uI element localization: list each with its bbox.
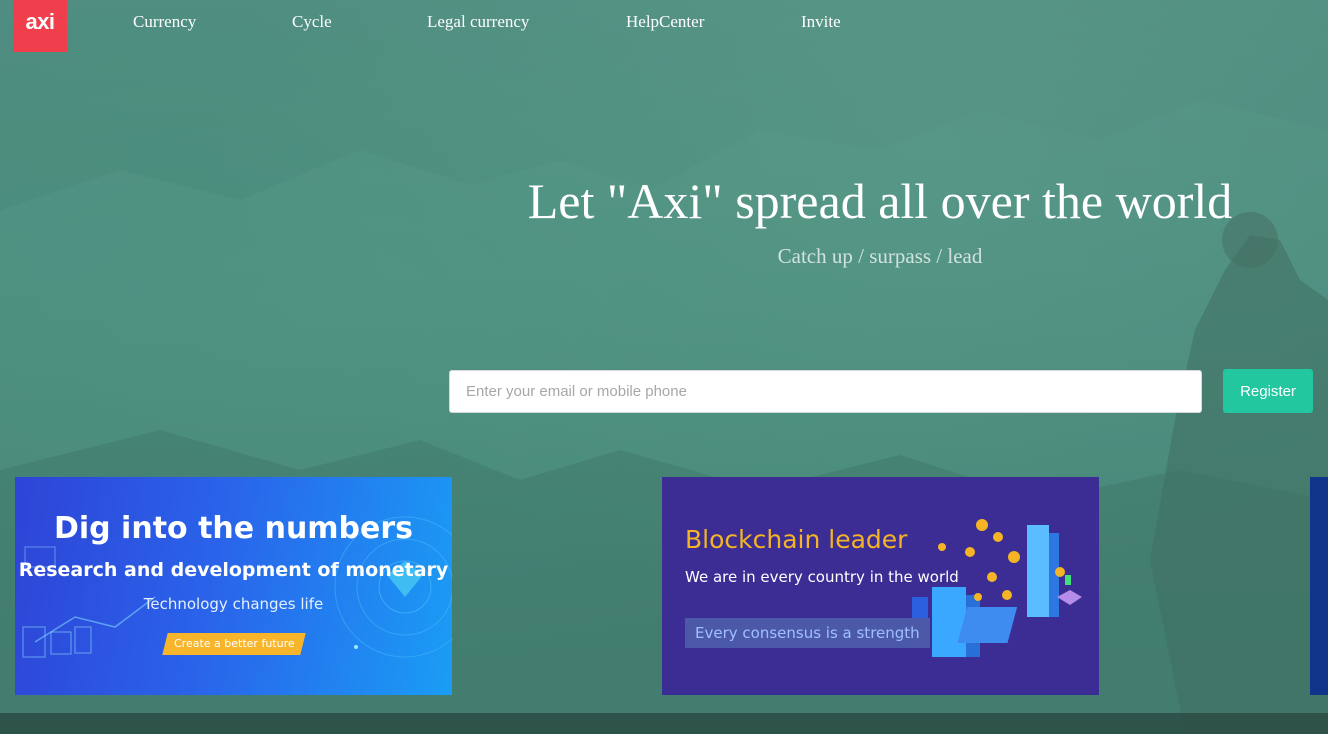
banner-title: Blockchain leader	[685, 525, 908, 554]
banner-blockchain-leader[interactable]: Blockchain leader We are in every countr…	[662, 477, 1099, 695]
create-future-label: Create a better future	[173, 637, 295, 650]
tech-graphic-icon	[22, 516, 452, 658]
axi-logo[interactable]: axi	[13, 0, 67, 52]
hero-title: Let "Axi" spread all over the world	[527, 173, 1233, 229]
email-phone-input[interactable]	[449, 370, 1202, 413]
banner-tagline: Every consensus is a strength	[685, 618, 930, 648]
register-button[interactable]: Register	[1223, 369, 1313, 413]
nav-item-legal-currency[interactable]: Legal currency	[427, 12, 529, 32]
banner-subtitle: We are in every country in the world	[685, 568, 959, 586]
banner-title: Dig into the numbers	[53, 511, 414, 546]
bottom-bar	[0, 713, 1328, 734]
nav-item-helpcenter[interactable]: HelpCenter	[626, 12, 704, 32]
banner-dig-into-numbers[interactable]: Dig into the numbers Research and develo…	[15, 477, 452, 695]
nav-item-invite[interactable]: Invite	[801, 12, 841, 32]
isometric-city-icon	[912, 519, 1082, 657]
banner-tagline: Technology changes life	[143, 595, 324, 613]
nav-item-currency[interactable]: Currency	[133, 12, 196, 32]
nav-item-cycle[interactable]: Cycle	[292, 12, 332, 32]
banner-subtitle: Research and development of monetary	[18, 559, 449, 581]
create-future-button[interactable]: Create a better future	[162, 633, 306, 655]
banner-next-partial[interactable]	[1310, 477, 1328, 695]
hero-subtitle: Catch up / surpass / lead	[777, 244, 983, 268]
